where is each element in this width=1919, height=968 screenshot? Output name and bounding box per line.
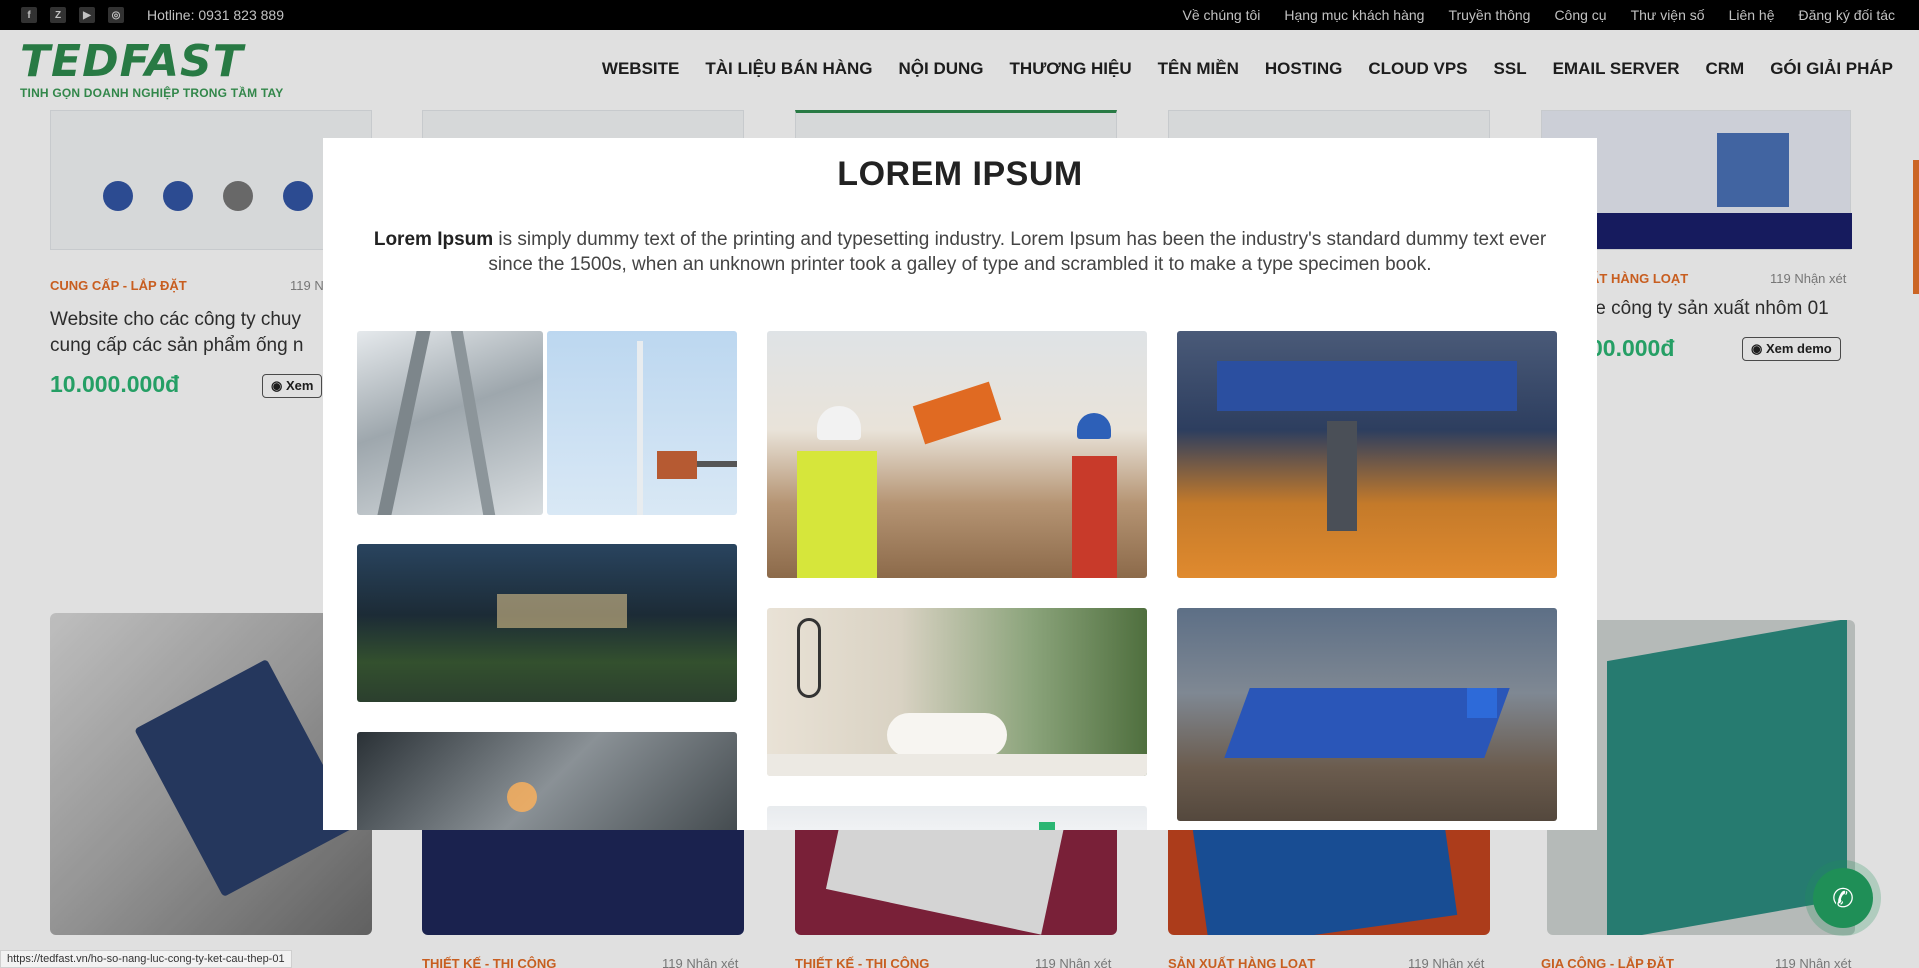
modal-description-text: is simply dummy text of the printing and… [488, 229, 1547, 275]
gallery-photo-crane[interactable] [547, 331, 737, 515]
gallery-photo-metal-grinding[interactable] [357, 732, 737, 830]
gallery-photo-cnc-cutting[interactable] [1177, 608, 1557, 821]
gallery-modal: LOREM IPSUM Lorem Ipsum is simply dummy … [323, 138, 1597, 830]
modal-description: Lorem Ipsum is simply dummy text of the … [353, 227, 1567, 277]
gallery-photo-construction-workers[interactable] [767, 331, 1147, 578]
gallery-photo-office[interactable] [767, 806, 1147, 830]
status-bar-url: https://tedfast.vn/ho-so-nang-luc-cong-t… [0, 950, 292, 968]
gallery-photo-bathroom-interior[interactable] [767, 608, 1147, 776]
gallery-photo-steel-frame[interactable] [357, 331, 543, 515]
modal-title: LOREM IPSUM [837, 155, 1083, 193]
phone-icon: ✆ [1832, 882, 1854, 913]
call-button[interactable]: ✆ [1813, 868, 1873, 928]
gallery-photo-modern-building[interactable] [357, 544, 737, 702]
modal-description-bold: Lorem Ipsum [373, 229, 494, 250]
gallery-photo-welding-machine[interactable] [1177, 331, 1557, 578]
